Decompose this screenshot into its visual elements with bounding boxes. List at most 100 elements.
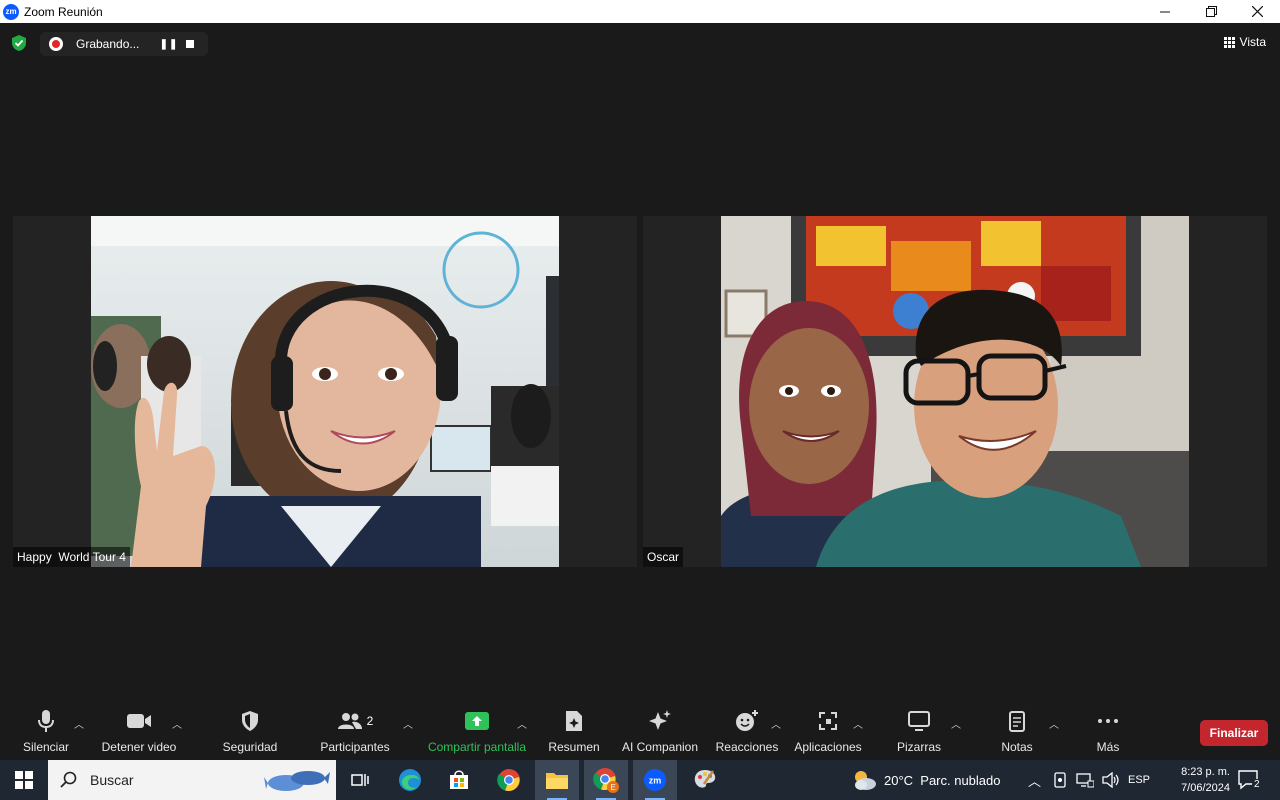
whiteboards-label: Pizarras xyxy=(896,740,941,754)
volume-icon[interactable] xyxy=(1102,772,1120,788)
device-icon[interactable] xyxy=(1052,772,1068,788)
file-explorer-icon xyxy=(546,773,568,789)
taskbar-edge[interactable] xyxy=(388,760,432,800)
view-label: Vista xyxy=(1239,35,1266,49)
paint-palette-icon xyxy=(694,770,716,788)
recording-indicator: Grabando... ❚❚ xyxy=(40,32,208,56)
reactions-label: Reacciones xyxy=(715,740,779,754)
taskbar-chrome-profile[interactable]: E xyxy=(584,760,628,800)
more-button[interactable]: Más xyxy=(1090,706,1126,760)
participant-name: Happy World Tour 4 xyxy=(13,547,130,567)
participants-label: Participantes xyxy=(320,740,390,754)
task-view-button[interactable] xyxy=(338,760,382,800)
share-screen-label: Compartir pantalla xyxy=(427,740,527,754)
view-button[interactable]: Vista xyxy=(1223,35,1266,49)
audio-options-caret-icon[interactable]: ︿ xyxy=(74,716,84,731)
participant-tile[interactable]: Oscar xyxy=(643,216,1267,567)
reactions-button[interactable]: Reacciones xyxy=(714,706,780,760)
search-placeholder: Buscar xyxy=(90,772,134,788)
end-meeting-button[interactable]: Finalizar xyxy=(1200,720,1268,746)
system-tray-icons xyxy=(1052,760,1120,800)
recording-dot-icon xyxy=(49,37,63,51)
restore-icon xyxy=(1205,6,1217,17)
close-icon xyxy=(1251,6,1263,17)
pause-recording-button[interactable]: ❚❚ xyxy=(158,39,180,50)
task-view-icon xyxy=(351,774,369,786)
participants-icon xyxy=(337,713,362,729)
windows-logo-icon xyxy=(15,771,33,789)
minimize-icon xyxy=(1160,11,1170,12)
minimize-button[interactable] xyxy=(1142,0,1188,23)
chrome-browser-icon xyxy=(497,769,520,792)
microphone-icon xyxy=(38,710,54,732)
svg-text:E: E xyxy=(610,783,615,792)
share-screen-icon xyxy=(465,712,489,730)
start-button[interactable] xyxy=(0,760,48,800)
ai-companion-button[interactable]: AI Companion xyxy=(620,706,700,760)
chrome-profile-icon: E xyxy=(593,768,619,793)
weather-text: 20°C Parc. nublado xyxy=(884,772,1001,788)
mute-label: Silenciar xyxy=(22,740,70,754)
apps-options-caret-icon[interactable]: ︿ xyxy=(853,716,863,731)
title-bar: zm Zoom Reunión xyxy=(0,0,1280,23)
sparkle-icon xyxy=(649,710,671,730)
restore-button[interactable] xyxy=(1188,0,1234,23)
recording-label: Grabando... xyxy=(76,37,140,51)
microsoft-store-icon xyxy=(450,770,468,789)
stop-recording-button[interactable] xyxy=(186,40,194,48)
ai-companion-label: AI Companion xyxy=(621,740,699,754)
security-button[interactable]: Seguridad xyxy=(218,706,282,760)
grid-view-icon xyxy=(1223,36,1235,48)
window-controls xyxy=(1142,0,1280,23)
share-options-caret-icon[interactable]: ︿ xyxy=(517,716,527,731)
apps-icon xyxy=(819,712,837,730)
notes-label: Notas xyxy=(1001,740,1033,754)
participant-tile[interactable]: Happy World Tour 4 xyxy=(13,216,637,567)
taskbar-clock[interactable]: 8:23 p. m. 7/06/2024 xyxy=(1181,764,1230,796)
network-icon[interactable] xyxy=(1076,772,1094,788)
notification-center-button[interactable]: 2 xyxy=(1238,760,1262,800)
participant-video xyxy=(721,216,1189,567)
whiteboards-button[interactable]: Pizarras xyxy=(894,706,944,760)
apps-label: Aplicaciones xyxy=(794,740,862,754)
language-indicator[interactable]: ESP xyxy=(1128,760,1150,800)
zoom-logo-icon: zm xyxy=(3,3,19,20)
taskbar-zoom[interactable]: zm xyxy=(633,760,677,800)
security-shield-icon[interactable] xyxy=(10,34,28,52)
taskbar-store[interactable] xyxy=(437,760,481,800)
notification-count: 2 xyxy=(1252,778,1262,790)
summary-document-icon xyxy=(566,711,582,731)
weather-widget[interactable]: 20°C Parc. nublado xyxy=(850,760,1001,800)
search-icon xyxy=(60,771,77,788)
windows-taskbar: Buscar E zm 20°C Parc. nublado ︿ ESP 8:2… xyxy=(0,760,1280,800)
show-hidden-icons-button[interactable]: ︿ xyxy=(1028,760,1041,800)
more-label: Más xyxy=(1096,740,1120,754)
taskbar-paint[interactable] xyxy=(683,760,727,800)
close-button[interactable] xyxy=(1234,0,1280,23)
clock-time: 8:23 p. m. xyxy=(1181,766,1230,778)
share-screen-button[interactable]: Compartir pantalla xyxy=(426,706,528,760)
meeting-top-bar: Grabando... ❚❚ Vista xyxy=(0,23,1280,63)
stop-video-button[interactable]: Detener video xyxy=(100,706,178,760)
smiley-plus-icon xyxy=(736,710,758,731)
summary-label: Resumen xyxy=(548,740,600,754)
meeting-toolbar: Silenciar ︿ Detener video ︿ Seguridad 2 … xyxy=(0,706,1280,760)
notes-button[interactable]: Notas xyxy=(996,706,1038,760)
video-options-caret-icon[interactable]: ︿ xyxy=(172,716,182,731)
reactions-options-caret-icon[interactable]: ︿ xyxy=(771,716,781,731)
window-title: Zoom Reunión xyxy=(24,4,103,19)
participants-options-caret-icon[interactable]: ︿ xyxy=(403,716,413,731)
taskbar-file-explorer[interactable] xyxy=(535,760,579,800)
partly-cloudy-icon xyxy=(855,771,876,790)
summary-button[interactable]: Resumen xyxy=(546,706,602,760)
mute-button[interactable]: Silenciar xyxy=(18,706,74,760)
participants-button[interactable]: 2 Participantes xyxy=(320,706,390,760)
taskbar-chrome[interactable] xyxy=(487,760,531,800)
participants-count: 2 xyxy=(366,714,374,728)
whiteboards-options-caret-icon[interactable]: ︿ xyxy=(951,716,961,731)
taskbar-search-box[interactable]: Buscar xyxy=(48,760,336,800)
participant-video xyxy=(91,216,559,567)
apps-button[interactable]: Aplicaciones xyxy=(794,706,862,760)
more-dots-icon xyxy=(1098,719,1118,723)
notes-options-caret-icon[interactable]: ︿ xyxy=(1049,716,1059,731)
